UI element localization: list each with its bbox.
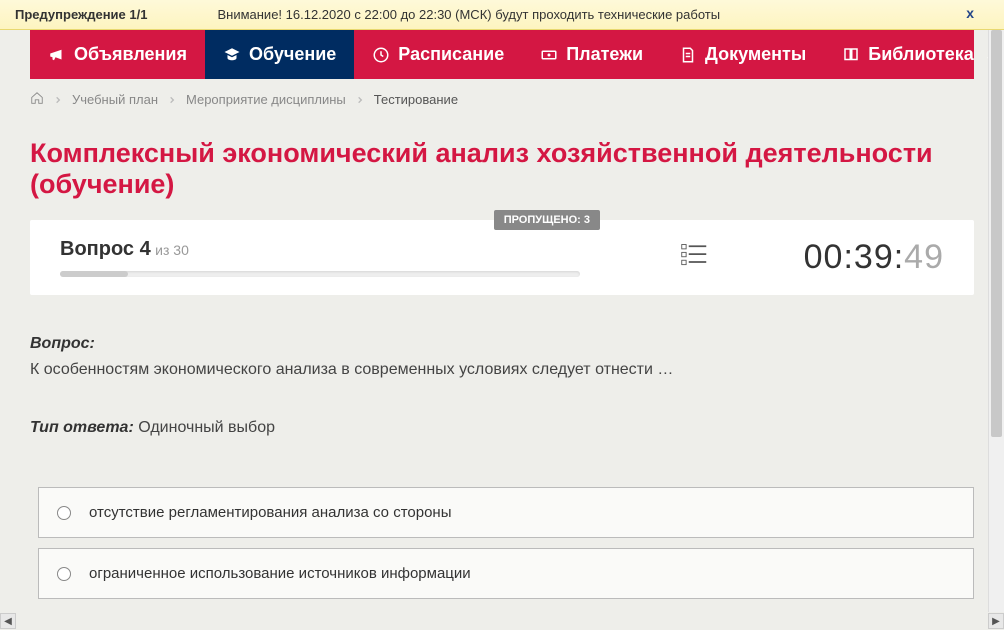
- clock-icon: [372, 46, 390, 64]
- scroll-right-icon[interactable]: ▶: [988, 613, 1004, 629]
- breadcrumb-item-current: Тестирование: [374, 92, 458, 107]
- book-icon: [842, 46, 860, 64]
- money-icon: [540, 46, 558, 64]
- megaphone-icon: [48, 46, 66, 64]
- nav-learning[interactable]: Обучение: [205, 30, 354, 79]
- breadcrumb-item[interactable]: Мероприятие дисциплины: [186, 92, 346, 107]
- home-icon[interactable]: [30, 91, 44, 108]
- answer-option[interactable]: ограниченное использование источников ин…: [38, 548, 974, 599]
- nav-label: Библиотека: [868, 44, 974, 65]
- nav-library[interactable]: Библиотека: [824, 30, 1004, 79]
- page-title: Комплексный экономический анализ хозяйст…: [0, 120, 1004, 220]
- question-heading: Вопрос:: [30, 335, 974, 353]
- timer: 00:39:49: [804, 238, 944, 277]
- nav-schedule[interactable]: Расписание: [354, 30, 522, 79]
- radio-icon[interactable]: [57, 567, 71, 581]
- nav-announcements[interactable]: Объявления: [30, 30, 205, 79]
- nav-label: Объявления: [74, 44, 187, 65]
- nav-payments[interactable]: Платежи: [522, 30, 661, 79]
- question-list-icon[interactable]: [680, 241, 708, 274]
- status-panel: Вопрос 4 из 30 ПРОПУЩЕНО: 3 00:39:49: [30, 220, 974, 295]
- scrollbar-vertical[interactable]: [988, 30, 1004, 612]
- nav-label: Документы: [705, 44, 806, 65]
- progress-bar: [60, 271, 580, 277]
- question-progress: Вопрос 4 из 30 ПРОПУЩЕНО: 3: [60, 238, 600, 277]
- chevron-right-icon: [356, 92, 364, 107]
- nav-label: Расписание: [398, 44, 504, 65]
- skipped-badge: ПРОПУЩЕНО: 3: [494, 210, 600, 230]
- timer-main: 00:39:: [804, 238, 905, 276]
- nav-label: Обучение: [249, 44, 336, 65]
- breadcrumb-item[interactable]: Учебный план: [72, 92, 158, 107]
- chevron-right-icon: [54, 92, 62, 107]
- timer-seconds: 49: [904, 238, 944, 276]
- nav-label: Платежи: [566, 44, 643, 65]
- scroll-left-icon[interactable]: ◀: [0, 613, 16, 629]
- question-number: Вопрос 4: [60, 238, 151, 260]
- radio-icon[interactable]: [57, 506, 71, 520]
- nav-bar: Объявления Обучение Расписание Платежи Д…: [30, 30, 974, 79]
- question-total: из 30: [155, 242, 189, 258]
- answer-type-label: Тип ответа:: [30, 419, 134, 436]
- chevron-right-icon: [168, 92, 176, 107]
- close-icon[interactable]: x: [966, 5, 974, 21]
- question-text: К особенностям экономического анализа в …: [30, 361, 974, 379]
- answer-text: отсутствие регламентирования анализа со …: [89, 504, 452, 521]
- nav-documents[interactable]: Документы: [661, 30, 824, 79]
- document-icon: [679, 46, 697, 64]
- warning-bar: Предупреждение 1/1 Внимание! 16.12.2020 …: [0, 0, 1004, 30]
- breadcrumb: Учебный план Мероприятие дисциплины Тест…: [0, 79, 1004, 120]
- question-section: Вопрос: К особенностям экономического ан…: [0, 295, 1004, 437]
- graduation-cap-icon: [223, 46, 241, 64]
- answers-list: отсутствие регламентирования анализа со …: [0, 437, 1004, 599]
- answer-option[interactable]: отсутствие регламентирования анализа со …: [38, 487, 974, 538]
- warning-text: Внимание! 16.12.2020 с 22:00 до 22:30 (М…: [217, 7, 720, 22]
- answer-text: ограниченное использование источников ин…: [89, 565, 471, 582]
- warning-title: Предупреждение 1/1: [15, 7, 147, 22]
- answer-type-value: Одиночный выбор: [138, 419, 275, 436]
- scrollbar-thumb[interactable]: [991, 30, 1002, 437]
- progress-fill: [60, 271, 128, 277]
